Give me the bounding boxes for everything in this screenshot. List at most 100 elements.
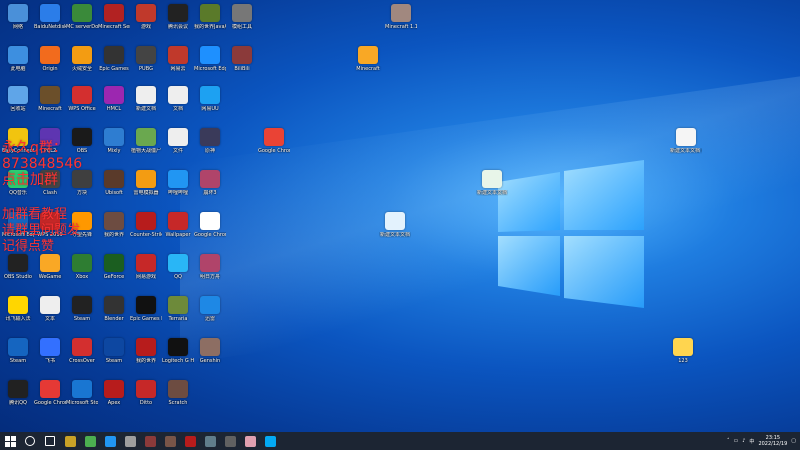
desktop-icon[interactable]: WeGame [34,254,66,280]
desktop-icon[interactable]: WPS 2019 [34,212,66,238]
desktop-icon[interactable]: BaiduNetdisk [34,4,66,30]
volume-icon[interactable]: ♪ [742,438,745,444]
desktop-icon[interactable]: 网易云 [162,46,194,72]
desktop-icon[interactable]: 守望先锋 [66,212,98,238]
desktop-icon[interactable]: Ubisoft [98,170,130,196]
taskbar-pin1-button[interactable] [60,432,80,450]
desktop-icon[interactable]: 我的世界 [98,212,130,238]
desktop-icon[interactable]: Steam [2,338,34,364]
desktop-icon[interactable]: 新建文档 [130,86,162,112]
desktop-icon[interactable]: 新建文本文档 (2) [670,128,702,154]
input-method-indicator[interactable]: 中 [749,438,754,445]
notification-icon[interactable]: ▢ [791,438,796,444]
desktop-icon[interactable]: Mixly [98,128,130,154]
desktop-icon[interactable]: 方块 [66,170,98,196]
desktop-icon[interactable]: HMCL [98,86,130,112]
taskbar-pin11-button[interactable] [260,432,280,450]
taskbar-pin9-button[interactable] [220,432,240,450]
desktop-icon[interactable]: 我的世界Java版 [194,4,226,30]
desktop-icon[interactable]: 迅雷 [194,296,226,322]
desktop-icon[interactable]: Microsoft Edge [2,212,34,238]
app-icon [8,296,28,314]
desktop-icon[interactable]: 网易游戏 [130,254,162,280]
desktop-icon[interactable]: Terraria [162,296,194,322]
chevron-up-icon[interactable]: ˄ [727,438,730,444]
desktop-icon[interactable]: 腾讯会议 [162,4,194,30]
network-icon[interactable]: ▭ [733,438,738,444]
desktop-icon[interactable]: 植物大战僵尸 [130,128,162,154]
desktop-icon[interactable]: Epic Games [98,46,130,72]
desktop-icon[interactable]: Blender [98,296,130,322]
desktop-icon[interactable]: 123 [667,338,699,364]
desktop-icon[interactable]: Scratch [162,380,194,406]
desktop-icon[interactable]: 我的世界 [130,338,162,364]
desktop-icon[interactable]: WPS Office [66,86,98,112]
desktop-icon[interactable]: BiliBili [226,46,258,72]
desktop-icon[interactable]: 雷电模拟器 [130,170,162,196]
taskbar-pin2-button[interactable] [80,432,100,450]
desktop-icon[interactable]: 哔哩哔哩 [162,170,194,196]
desktop-icon[interactable]: Google Chrome [258,128,290,154]
desktop-icon[interactable]: Origin [34,46,66,72]
desktop-icon[interactable]: MC serverDown [66,4,98,30]
desktop-icon[interactable]: 游戏 [130,4,162,30]
desktop-icon-label: Origin [42,66,58,72]
desktop-icon[interactable]: PCL2 [34,128,66,154]
desktop-icon[interactable]: OBS [66,128,98,154]
desktop-icon[interactable]: 文件 [162,128,194,154]
taskbar-pin7-button[interactable] [180,432,200,450]
taskbar-pin3-button[interactable] [100,432,120,450]
desktop-icon[interactable]: Microsoft Store [66,380,98,406]
desktop-icon[interactable]: QQ音乐 [2,170,34,196]
taskbar-pin8-button[interactable] [200,432,220,450]
desktop-icon[interactable]: 飞书 [34,338,66,364]
desktop-icon[interactable]: 模组工具 [226,4,258,30]
desktop-icon[interactable]: 讯飞输入法 [2,296,34,322]
desktop-icon[interactable]: 火绒安全 [66,46,98,72]
desktop-icon[interactable]: CrossOver [66,338,98,364]
desktop-icon[interactable]: Google Chrome [194,212,226,238]
desktop-icon[interactable]: 明日方舟 [194,254,226,280]
taskbar-pin6-button[interactable] [160,432,180,450]
desktop-icon[interactable]: Counter-Strike [130,212,162,238]
desktop-icon[interactable]: Steam [66,296,98,322]
desktop-icon[interactable]: Microsoft Edge [194,46,226,72]
desktop-icon[interactable]: 此电脑 [2,46,34,72]
desktop-icon[interactable]: Logitech G HUB [162,338,194,364]
desktop-icon[interactable]: 原神 [194,128,226,154]
start-button[interactable] [0,432,20,450]
desktop-icon[interactable]: Xbox [66,254,98,280]
taskbar-taskview-button[interactable] [40,432,60,450]
desktop-icon[interactable]: 新建文本文档 [476,170,508,196]
desktop-icon[interactable]: PUBG [130,46,162,72]
desktop-icon[interactable]: 回收站 [2,86,34,112]
desktop-icon[interactable]: Clash [34,170,66,196]
desktop-icon[interactable]: Minecraft Server [98,4,130,30]
desktop-icon[interactable]: Minecraft 1.19 [385,4,417,30]
desktop-icon[interactable]: Apex [98,380,130,406]
taskbar-search-button[interactable] [20,432,40,450]
desktop-icon[interactable]: 崩坏3 [194,170,226,196]
desktop-icon[interactable]: 网络 [2,4,34,30]
taskbar-pin4-button[interactable] [120,432,140,450]
desktop-icon[interactable]: Genshin [194,338,226,364]
desktop-icon[interactable]: Minecraft [34,86,66,112]
taskbar-pin5-button[interactable] [140,432,160,450]
desktop-icon[interactable]: Google Chrome [34,380,66,406]
desktop-icon[interactable]: 腾讯QQ [2,380,34,406]
desktop-icon[interactable]: Ditto [130,380,162,406]
desktop-icon[interactable]: GeForce [98,254,130,280]
desktop-icon[interactable]: QQ [162,254,194,280]
desktop-icon[interactable]: 新建文本文档 [379,212,411,238]
desktop-icon[interactable]: Steam [98,338,130,364]
desktop-icon[interactable]: 网易UU [194,86,226,112]
clock[interactable]: 23:15 2022/12/19 [758,435,787,447]
desktop-icon[interactable]: Minecraft [352,46,384,72]
desktop-icon[interactable]: 文本 [34,296,66,322]
taskbar-pin10-button[interactable] [240,432,260,450]
desktop-icon[interactable]: 文档 [162,86,194,112]
desktop-icon[interactable]: OBS Studio [2,254,34,280]
desktop-icon[interactable]: Epic Games Launcher [130,296,162,322]
desktop-icon[interactable]: Wallpaper [162,212,194,238]
desktop-icon[interactable]: EasyConnect [2,128,34,154]
